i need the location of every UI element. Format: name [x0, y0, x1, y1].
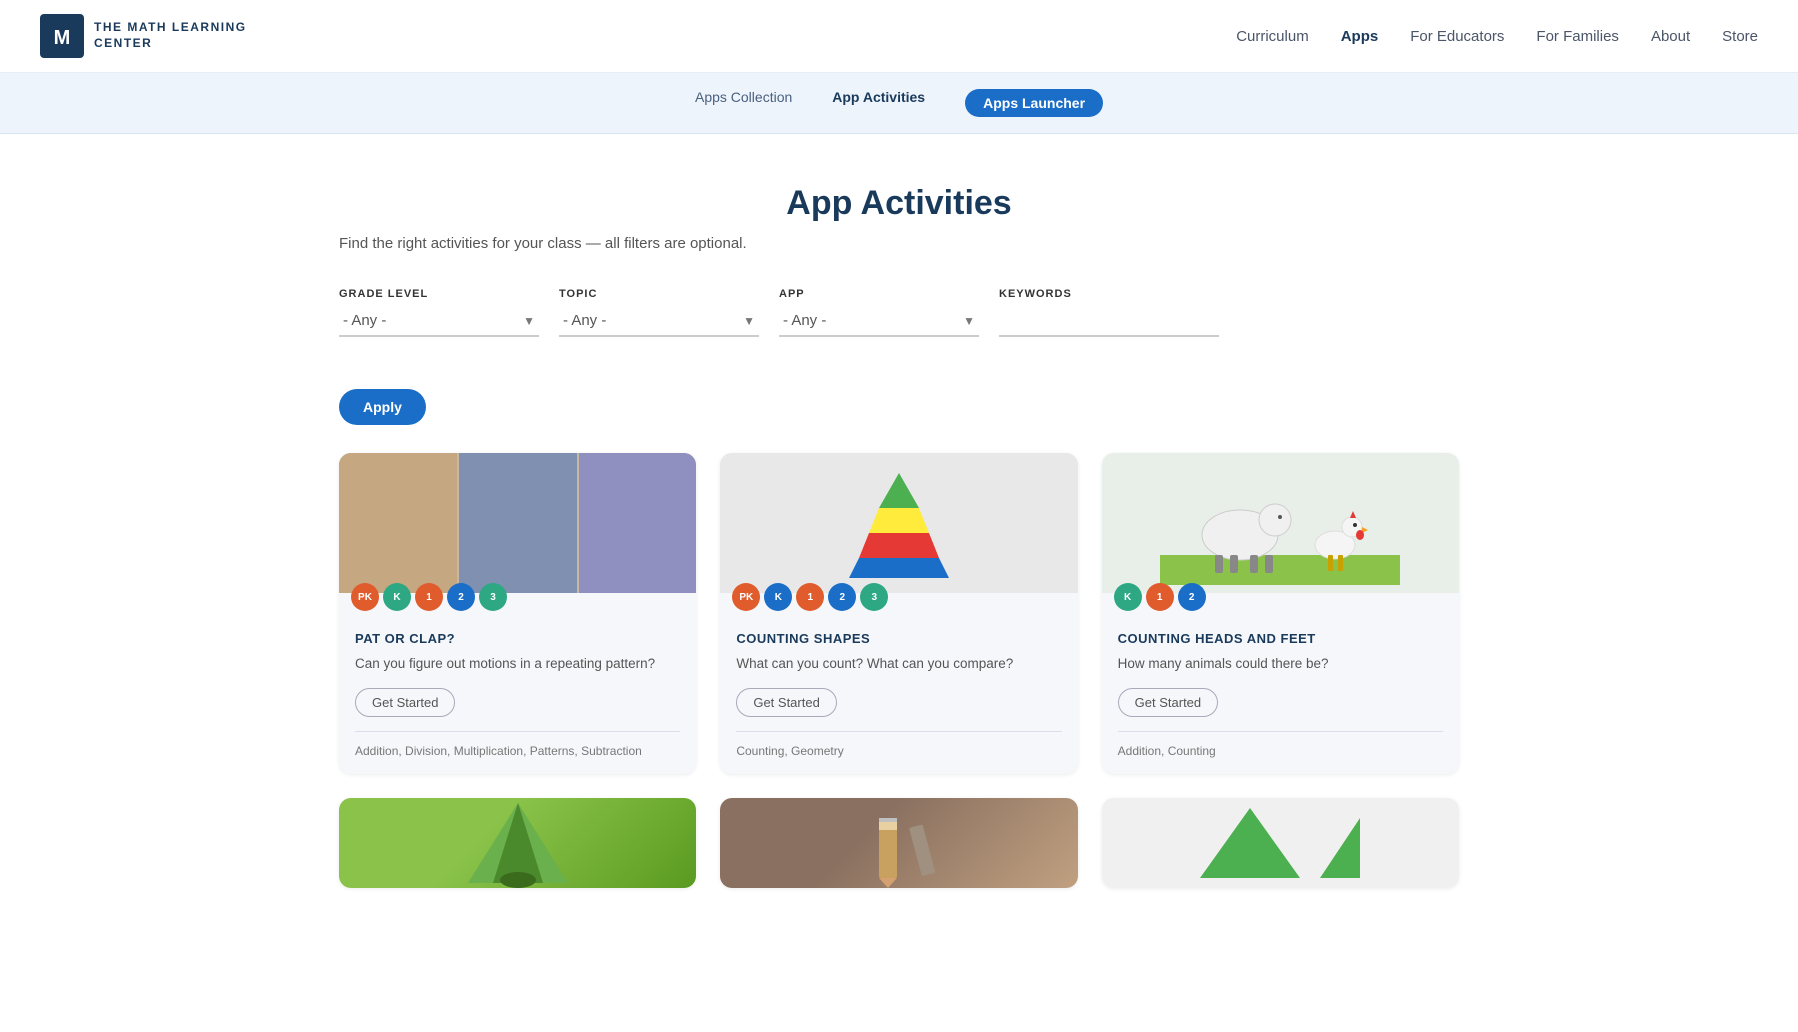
- card-partial-2-image: [720, 798, 1077, 888]
- main-content: App Activities Find the right activities…: [319, 134, 1479, 928]
- nav-families[interactable]: For Families: [1536, 28, 1619, 45]
- card-counting-shapes-desc: What can you count? What can you compare…: [736, 654, 1061, 674]
- card-counting-heads-feet-desc: How many animals could there be?: [1118, 654, 1443, 674]
- sub-nav-apps-collection[interactable]: Apps Collection: [695, 89, 792, 117]
- child-photo-1: [339, 453, 457, 593]
- card-pat-or-clap-title: PAT OR CLAP?: [355, 631, 680, 646]
- topic-chevron-icon: ▼: [743, 314, 755, 328]
- keywords-filter: KEYWORDS: [999, 288, 1219, 337]
- card-pat-or-clap-image: [339, 453, 696, 593]
- page-subtitle: Find the right activities for your class…: [339, 235, 1459, 252]
- app-label: APP: [779, 288, 979, 300]
- grade-badges-patclap: PK K 1 2 3: [339, 575, 696, 619]
- badge-2-shapes: 2: [828, 583, 856, 611]
- nav-apps[interactable]: Apps: [1341, 28, 1379, 45]
- get-started-patclap[interactable]: Get Started: [355, 688, 455, 717]
- badge-1-shapes: 1: [796, 583, 824, 611]
- card-partial-1: [339, 798, 696, 888]
- tent-svg: [458, 798, 578, 888]
- logo-icon: M: [40, 14, 84, 58]
- grade-level-filter: GRADE LEVEL - Any - ▼: [339, 288, 539, 337]
- main-nav: Curriculum Apps For Educators For Famili…: [1236, 28, 1758, 45]
- sub-nav-app-activities[interactable]: App Activities: [832, 89, 925, 117]
- badge-2: 2: [447, 583, 475, 611]
- logo-text: The MATH LEARNING CENTER: [94, 20, 247, 51]
- badge-3: 3: [479, 583, 507, 611]
- topic-label: TOPIC: [559, 288, 759, 300]
- topic-filter: TOPIC - Any - ▼: [559, 288, 759, 337]
- card-counting-shapes-tags: Counting, Geometry: [736, 731, 1061, 758]
- cards-grid-partial: [339, 798, 1459, 888]
- site-header: M The MATH LEARNING CENTER Curriculum Ap…: [0, 0, 1798, 73]
- card-counting-heads-feet-title: COUNTING HEADS AND FEET: [1118, 631, 1443, 646]
- card-counting-shapes-image: [720, 453, 1077, 593]
- badge-1-animals: 1: [1146, 583, 1174, 611]
- card-counting-heads-feet-tags: Addition, Counting: [1118, 731, 1443, 758]
- apply-button[interactable]: Apply: [339, 389, 426, 425]
- grade-level-chevron-icon: ▼: [523, 314, 535, 328]
- card-partial-2: [720, 798, 1077, 888]
- filters-section: GRADE LEVEL - Any - ▼ TOPIC - Any - ▼ AP…: [339, 288, 1459, 337]
- keywords-input[interactable]: [999, 306, 1219, 337]
- get-started-animals[interactable]: Get Started: [1118, 688, 1218, 717]
- app-filter: APP - Any - ▼: [779, 288, 979, 337]
- app-select[interactable]: - Any - ▼: [779, 306, 979, 337]
- badge-pk-shapes: PK: [732, 583, 760, 611]
- logo[interactable]: M The MATH LEARNING CENTER: [40, 14, 247, 58]
- card-counting-shapes-body: COUNTING SHAPES What can you count? What…: [720, 619, 1077, 774]
- sub-nav-apps-launcher[interactable]: Apps Launcher: [965, 89, 1103, 117]
- badge-1: 1: [415, 583, 443, 611]
- card-counting-shapes: PK K 1 2 3 COUNTING SHAPES What can you …: [720, 453, 1077, 774]
- card-pat-or-clap-body: PAT OR CLAP? Can you figure out motions …: [339, 619, 696, 774]
- animals-svg: [1160, 455, 1400, 585]
- badge-k: K: [383, 583, 411, 611]
- card-pat-or-clap-desc: Can you figure out motions in a repeatin…: [355, 654, 680, 674]
- keywords-label: KEYWORDS: [999, 288, 1219, 300]
- svg-text:M: M: [54, 27, 71, 49]
- nav-educators[interactable]: For Educators: [1410, 28, 1504, 45]
- badge-k-animals: K: [1114, 583, 1142, 611]
- card-counting-heads-feet-image: [1102, 453, 1459, 593]
- card-pat-or-clap: PK K 1 2 3 PAT OR CLAP? Can you figure o…: [339, 453, 696, 774]
- card-counting-heads-feet-body: COUNTING HEADS AND FEET How many animals…: [1102, 619, 1459, 774]
- app-chevron-icon: ▼: [963, 314, 975, 328]
- card-partial-1-image: [339, 798, 696, 888]
- card-partial-3: [1102, 798, 1459, 888]
- card-pat-or-clap-tags: Addition, Division, Multiplication, Patt…: [355, 731, 680, 758]
- badge-3-shapes: 3: [860, 583, 888, 611]
- grade-badges-animals: K 1 2: [1102, 575, 1459, 619]
- cards-grid: PK K 1 2 3 PAT OR CLAP? Can you figure o…: [339, 453, 1459, 774]
- badge-k-shapes: K: [764, 583, 792, 611]
- sub-nav: Apps Collection App Activities Apps Laun…: [0, 73, 1798, 134]
- card-counting-heads-feet: K 1 2 COUNTING HEADS AND FEET How many a…: [1102, 453, 1459, 774]
- card-partial-3-image: [1102, 798, 1459, 888]
- triangles-svg: [1190, 798, 1370, 888]
- child-photo-3: [579, 453, 697, 593]
- nav-curriculum[interactable]: Curriculum: [1236, 28, 1309, 45]
- grade-level-select[interactable]: - Any - ▼: [339, 306, 539, 337]
- nav-about[interactable]: About: [1651, 28, 1690, 45]
- pyramid-svg: [839, 468, 959, 578]
- badge-2-animals: 2: [1178, 583, 1206, 611]
- nav-store[interactable]: Store: [1722, 28, 1758, 45]
- pencil-svg: [839, 798, 959, 888]
- grade-badges-shapes: PK K 1 2 3: [720, 575, 1077, 619]
- badge-pk: PK: [351, 583, 379, 611]
- page-title: App Activities: [339, 184, 1459, 223]
- get-started-shapes[interactable]: Get Started: [736, 688, 836, 717]
- grade-level-label: GRADE LEVEL: [339, 288, 539, 300]
- card-counting-shapes-title: COUNTING SHAPES: [736, 631, 1061, 646]
- topic-select[interactable]: - Any - ▼: [559, 306, 759, 337]
- child-photo-2: [459, 453, 577, 593]
